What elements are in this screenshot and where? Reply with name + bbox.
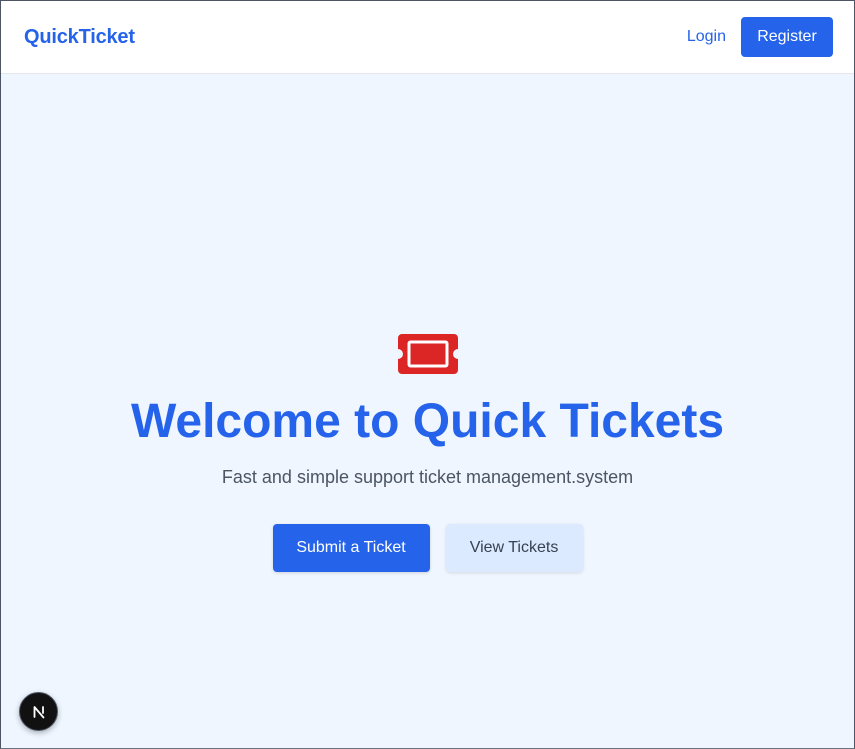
hero-title: Welcome to Quick Tickets [130, 395, 725, 448]
navbar: QuickTicket Login Register [1, 1, 854, 74]
submit-ticket-button[interactable]: Submit a Ticket [272, 524, 430, 573]
register-button[interactable]: Register [741, 17, 833, 57]
nextjs-logo-icon [33, 705, 44, 718]
nav-actions: Login Register [687, 17, 833, 57]
hero-section: Welcome to Quick Tickets Fast and simple… [1, 334, 854, 573]
ticket-icon [397, 334, 458, 374]
nextjs-dev-indicator[interactable] [19, 692, 58, 731]
app-window: QuickTicket Login Register Welcome to Qu… [0, 0, 855, 749]
hero-actions: Submit a Ticket View Tickets [272, 524, 583, 573]
brand-logo[interactable]: QuickTicket [24, 26, 135, 49]
login-link[interactable]: Login [687, 20, 726, 54]
view-tickets-button[interactable]: View Tickets [445, 524, 583, 573]
hero-subtitle: Fast and simple support ticket managemen… [221, 467, 634, 488]
